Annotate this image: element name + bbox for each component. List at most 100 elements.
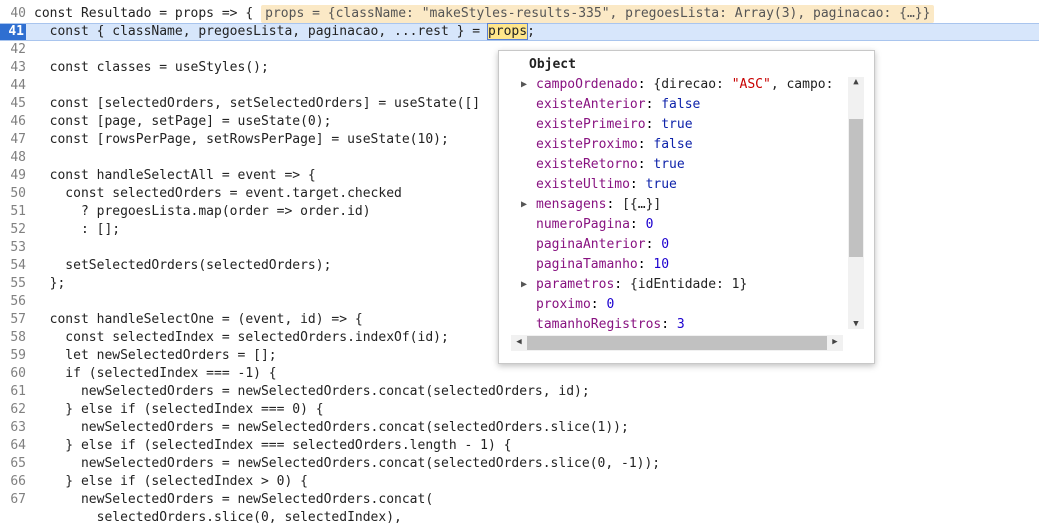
property-row[interactable]: existeProximo: false xyxy=(521,135,843,155)
line-number[interactable]: 53 xyxy=(0,239,26,257)
line-number[interactable]: 42 xyxy=(0,41,26,59)
code-text: selectedOrders.slice(0, selectedIndex), xyxy=(34,509,402,527)
line-number[interactable]: 49 xyxy=(0,167,26,185)
property-row[interactable]: numeroPagina: 0 xyxy=(521,215,843,235)
line-number[interactable]: 61 xyxy=(0,383,26,401)
scroll-left-icon[interactable]: ◀ xyxy=(511,337,527,347)
property-label: tamanhoRegistros: 3 xyxy=(536,315,685,331)
property-value: true xyxy=(645,177,677,192)
property-value: {idEntidade: 1} xyxy=(629,277,748,292)
property-value: 3 xyxy=(676,317,685,331)
property-row[interactable]: ▶ campoOrdenado: {direcao: "ASC", campo: xyxy=(521,75,843,95)
code-text: newSelectedOrders = newSelectedOrders.co… xyxy=(34,455,660,473)
line-number[interactable]: 60 xyxy=(0,365,26,383)
line-number[interactable]: 40 xyxy=(0,5,26,23)
code-content: newSelectedOrders = newSelectedOrders.co… xyxy=(34,420,629,435)
code-content: if (selectedIndex === -1) { xyxy=(34,366,277,381)
inline-value-hint: props = {className: "makeStyles-results-… xyxy=(261,5,935,23)
property-value: false xyxy=(661,97,701,112)
line-number[interactable]: 57 xyxy=(0,311,26,329)
scroll-down-icon[interactable]: ▼ xyxy=(848,319,864,329)
code-content: const [rowsPerPage, setRowsPerPage] = us… xyxy=(34,132,449,147)
code-content: let newSelectedOrders = []; xyxy=(34,348,277,363)
scroll-up-icon[interactable]: ▲ xyxy=(848,77,864,87)
property-key: parametros xyxy=(536,277,615,292)
property-row[interactable]: paginaAnterior: 0 xyxy=(521,235,843,255)
vertical-scrollbar[interactable]: ▲ ▼ xyxy=(848,77,864,329)
horizontal-scrollbar[interactable]: ◀ ▶ xyxy=(511,335,843,351)
property-label: campoOrdenado: {direcao: "ASC", campo: xyxy=(536,75,833,95)
line-number[interactable]: 46 xyxy=(0,113,26,131)
property-row[interactable]: existeAnterior: false xyxy=(521,95,843,115)
expand-triangle-icon[interactable]: ▶ xyxy=(521,75,527,95)
code-line[interactable]: 62 } else if (selectedIndex === 0) { xyxy=(0,401,1039,419)
popover-title: Object xyxy=(529,57,576,72)
line-number[interactable]: 65 xyxy=(0,455,26,473)
property-label: existeProximo: false xyxy=(536,135,693,155)
expand-triangle-icon[interactable]: ▶ xyxy=(521,195,527,215)
line-number[interactable]: 41 xyxy=(0,24,26,40)
property-row[interactable]: ▶ mensagens: [{…}] xyxy=(521,195,843,215)
key-separator: : xyxy=(637,137,654,152)
line-number[interactable]: 64 xyxy=(0,437,26,455)
property-key: tamanhoRegistros xyxy=(536,317,662,331)
code-line[interactable]: 65 newSelectedOrders = newSelectedOrders… xyxy=(0,455,1039,473)
code-content: newSelectedOrders = newSelectedOrders.co… xyxy=(34,456,661,471)
line-number[interactable]: 43 xyxy=(0,59,26,77)
code-text: let newSelectedOrders = []; xyxy=(34,347,277,365)
code-line[interactable]: 64 } else if (selectedIndex === selected… xyxy=(0,437,1039,455)
line-number[interactable]: 55 xyxy=(0,275,26,293)
expand-triangle-icon[interactable]: ▶ xyxy=(521,275,527,295)
property-row[interactable]: existeUltimo: true xyxy=(521,175,843,195)
scroll-right-icon[interactable]: ▶ xyxy=(827,337,843,347)
property-label: paginaTamanho: 10 xyxy=(536,255,669,275)
property-label: existeUltimo: true xyxy=(536,175,677,195)
line-number[interactable]: 47 xyxy=(0,131,26,149)
property-label: parametros: {idEntidade: 1} xyxy=(536,275,747,295)
line-number[interactable]: 58 xyxy=(0,329,26,347)
property-row[interactable]: existePrimeiro: true xyxy=(521,115,843,135)
line-number[interactable]: 45 xyxy=(0,95,26,113)
line-number[interactable]: 44 xyxy=(0,77,26,95)
property-row[interactable]: existeRetorno: true xyxy=(521,155,843,175)
code-content: } else if (selectedIndex === 0) { xyxy=(34,402,324,417)
property-row[interactable]: paginaTamanho: 10 xyxy=(521,255,843,275)
code-text: const classes = useStyles(); xyxy=(34,59,269,77)
line-number[interactable]: 66 xyxy=(0,473,26,491)
object-preview-popover[interactable]: Object ▶ campoOrdenado: {direcao: "ASC", … xyxy=(498,50,875,364)
line-number[interactable]: 63 xyxy=(0,419,26,437)
property-row[interactable]: tamanhoRegistros: 3 xyxy=(521,315,843,331)
code-text: const selectedOrders = event.target.chec… xyxy=(34,185,402,203)
line-number[interactable]: 67 xyxy=(0,491,26,509)
code-line[interactable]: 40 const Resultado = props => {props = {c… xyxy=(0,5,1039,23)
line-number[interactable]: 50 xyxy=(0,185,26,203)
hovered-token[interactable]: props xyxy=(486,23,529,40)
line-number[interactable]: 51 xyxy=(0,203,26,221)
property-row[interactable]: proximo: 0 xyxy=(521,295,843,315)
line-number[interactable]: 62 xyxy=(0,401,26,419)
code-line[interactable]: 41 const { className, pregoesLista, pagi… xyxy=(0,23,1039,41)
code-line[interactable]: 67 newSelectedOrders = newSelectedOrders… xyxy=(0,491,1039,509)
code-content: const handleSelectOne = (event, id) => { xyxy=(34,312,363,327)
horizontal-scroll-thumb[interactable] xyxy=(527,336,827,350)
line-number[interactable]: 54 xyxy=(0,257,26,275)
line-number[interactable]: 59 xyxy=(0,347,26,365)
vertical-scroll-thumb[interactable] xyxy=(849,119,863,257)
code-content: }; xyxy=(34,276,66,291)
key-separator: : xyxy=(637,77,654,92)
code-line[interactable]: 60 if (selectedIndex === -1) { xyxy=(0,365,1039,383)
key-separator: : xyxy=(661,317,677,331)
property-list[interactable]: ▶ campoOrdenado: {direcao: "ASC", campo: e… xyxy=(521,75,843,331)
property-value: [{…}] xyxy=(622,197,662,212)
code-line[interactable]: 63 newSelectedOrders = newSelectedOrders… xyxy=(0,419,1039,437)
code-content: } else if (selectedIndex > 0) { xyxy=(34,474,308,489)
code-line[interactable]: 61 newSelectedOrders = newSelectedOrders… xyxy=(0,383,1039,401)
code-line[interactable]: 66 } else if (selectedIndex > 0) { xyxy=(0,473,1039,491)
code-line[interactable]: selectedOrders.slice(0, selectedIndex), xyxy=(0,509,1039,527)
property-key: campoOrdenado xyxy=(536,77,638,92)
key-separator: : xyxy=(629,177,646,192)
line-number[interactable]: 52 xyxy=(0,221,26,239)
line-number[interactable]: 56 xyxy=(0,293,26,311)
property-row[interactable]: ▶ parametros: {idEntidade: 1} xyxy=(521,275,843,295)
line-number[interactable]: 48 xyxy=(0,149,26,167)
